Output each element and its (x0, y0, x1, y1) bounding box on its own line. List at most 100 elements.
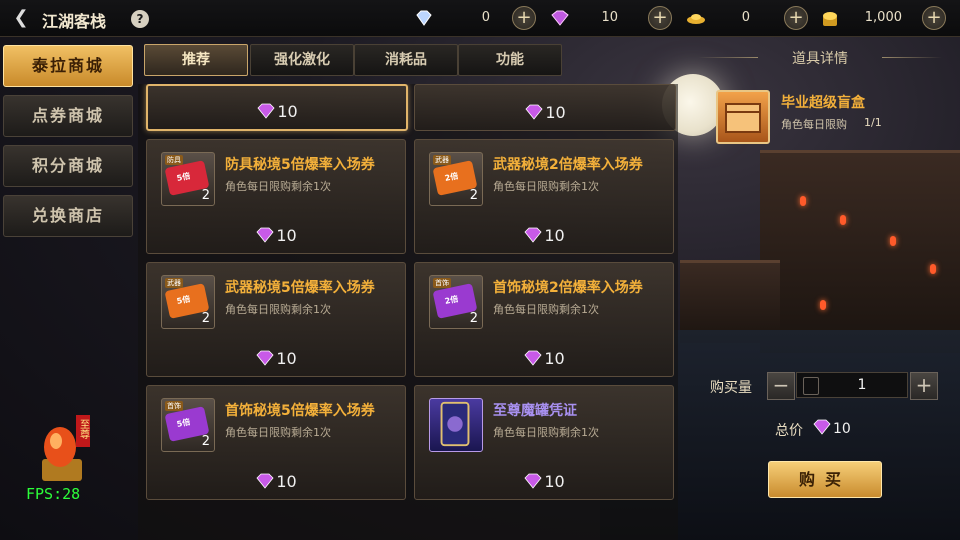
quantity-input[interactable]: 1 (796, 372, 908, 398)
item-limit: 角色每日限购剩余1次 (225, 303, 331, 316)
item-price-value: 10 (276, 349, 297, 368)
chevron-left-icon[interactable]: ❮ (10, 8, 32, 28)
item-price-value: 10 (276, 226, 297, 245)
item-count: 2 (201, 188, 210, 203)
purple-gem-icon (525, 104, 543, 120)
item-name: 首饰秘境2倍爆率入场券 (493, 280, 643, 296)
item-price-value: 10 (545, 103, 566, 122)
ticket-multiplier: 2倍 (443, 171, 460, 184)
item-count: 2 (469, 188, 478, 203)
item-price: 10 (415, 226, 673, 245)
nav-voucher-mall[interactable]: 点券商城 (3, 95, 133, 137)
quantity-increase-button[interactable]: + (910, 372, 938, 400)
ticket-icon: 2倍 首饰 2 (429, 275, 483, 329)
currency-value: 1,000 (864, 10, 902, 25)
add-currency-button[interactable]: + (784, 6, 808, 30)
purple-gem-icon (256, 473, 274, 489)
nav-points-mall[interactable]: 积分商城 (3, 145, 133, 187)
item-price-value: 10 (544, 349, 565, 368)
item-name: 武器秘境5倍爆率入场券 (225, 280, 375, 296)
item-card[interactable]: 5倍 武器 2 武器秘境5倍爆率入场券 角色每日限购剩余1次 10 (146, 262, 406, 377)
lantern-decor (800, 196, 806, 206)
ticket-tag: 首饰 (433, 278, 451, 288)
item-count: 2 (201, 434, 210, 449)
question-mark-icon[interactable]: ? (131, 10, 149, 28)
fps-counter: FPS:28 (26, 485, 81, 503)
item-price-value: 10 (276, 472, 297, 491)
item-card[interactable]: 至尊魔罐凭证 角色每日限购剩余1次 10 (414, 385, 674, 500)
ticket-tag: 武器 (433, 155, 451, 165)
item-card[interactable]: 2倍 武器 2 武器秘境2倍爆率入场券 角色每日限购剩余1次 10 (414, 139, 674, 254)
item-card[interactable]: 5倍 首饰 2 首饰秘境5倍爆率入场券 角色每日限购剩余1次 10 (146, 385, 406, 500)
detail-limit-value: 1/1 (864, 116, 882, 129)
detail-limit-label: 角色每日限购 (781, 118, 847, 131)
item-price-value: 10 (544, 226, 565, 245)
item-list[interactable]: 10 10 5倍 防具 2 防具秘境5倍爆率入场券 角色每日限购剩余1次 10 … (138, 84, 678, 540)
ticket-icon: 2倍 武器 2 (429, 152, 483, 206)
background-building (760, 150, 960, 353)
tab-consumables[interactable]: 消耗品 (354, 44, 458, 76)
lantern-decor (840, 215, 846, 225)
item-limit: 角色每日限购剩余1次 (225, 180, 331, 193)
item-price: 10 (147, 349, 405, 368)
currency-value: 0 (481, 10, 490, 25)
quantity-decrease-button[interactable]: − (767, 372, 795, 400)
item-card[interactable]: 10 (414, 84, 676, 131)
purple-gem-icon (813, 419, 831, 435)
nav-terra-mall[interactable]: 泰拉商城 (3, 45, 133, 87)
item-price-value: 10 (277, 102, 298, 121)
ticket-multiplier: 5倍 (175, 171, 192, 184)
item-name: 首饰秘境5倍爆率入场券 (225, 403, 375, 419)
item-price: 10 (147, 226, 405, 245)
currency-value: 10 (601, 10, 618, 25)
buy-button[interactable]: 购买 (768, 461, 882, 498)
ticket-tag: 武器 (165, 278, 183, 288)
item-limit: 角色每日限购剩余1次 (493, 180, 599, 193)
lantern-decor (890, 236, 896, 246)
item-price: 10 (147, 472, 405, 491)
quantity-value: 1 (857, 377, 867, 393)
ticket-tag: 防具 (165, 155, 183, 165)
total-price-value: 10 (833, 421, 851, 437)
item-name: 防具秘境5倍爆率入场券 (225, 157, 375, 173)
purple-gem-icon (524, 227, 542, 243)
currency-gem: 10 + (550, 6, 680, 30)
item-limit: 角色每日限购剩余1次 (493, 303, 599, 316)
item-name: 武器秘境2倍爆率入场券 (493, 157, 643, 173)
nav-exchange-shop[interactable]: 兑换商店 (3, 195, 133, 237)
ticket-icon: 5倍 武器 2 (161, 275, 215, 329)
add-currency-button[interactable]: + (648, 6, 672, 30)
vip-gem-icon[interactable]: 至尊 (38, 415, 90, 483)
item-price: 10 (415, 349, 673, 368)
lantern-decor (820, 300, 826, 310)
currency-gold: 1,000 + (820, 6, 950, 30)
item-count: 2 (469, 311, 478, 326)
item-card[interactable]: 2倍 首饰 2 首饰秘境2倍爆率入场券 角色每日限购剩余1次 10 (414, 262, 674, 377)
purple-gem-icon (524, 350, 542, 366)
tab-recommend[interactable]: 推荐 (144, 44, 248, 76)
item-card[interactable]: 10 (146, 84, 408, 131)
currency-ingot: 0 + (686, 6, 816, 30)
category-tabs: 推荐 强化激化 消耗品 功能 (140, 44, 564, 76)
detail-item-name: 毕业超级盲盒 (781, 95, 865, 111)
item-limit: 角色每日限购剩余1次 (493, 426, 599, 439)
ticket-multiplier: 5倍 (175, 417, 192, 430)
item-card[interactable]: 5倍 防具 2 防具秘境5倍爆率入场券 角色每日限购剩余1次 10 (146, 139, 406, 254)
magic-jar-voucher-icon (429, 398, 483, 452)
ticket-multiplier: 5倍 (175, 294, 192, 307)
item-price-value: 10 (544, 472, 565, 491)
item-count: 2 (201, 311, 210, 326)
tab-enhance[interactable]: 强化激化 (250, 44, 354, 76)
total-price-label: 总价 (775, 423, 803, 439)
tab-functions[interactable]: 功能 (458, 44, 562, 76)
add-currency-button[interactable]: + (512, 6, 536, 30)
mystery-box-icon (716, 90, 770, 144)
add-currency-button[interactable]: + (922, 6, 946, 30)
item-price: 10 (148, 102, 406, 121)
lantern-decor (930, 264, 936, 274)
item-limit: 角色每日限购剩余1次 (225, 426, 331, 439)
calculator-icon[interactable] (803, 377, 819, 395)
top-bar: ❮ 江湖客栈 ? 0 + 10 + 0 + 1,000 + (0, 0, 960, 37)
currency-value: 0 (741, 10, 750, 25)
currency-diamond: 0 + (414, 6, 544, 30)
